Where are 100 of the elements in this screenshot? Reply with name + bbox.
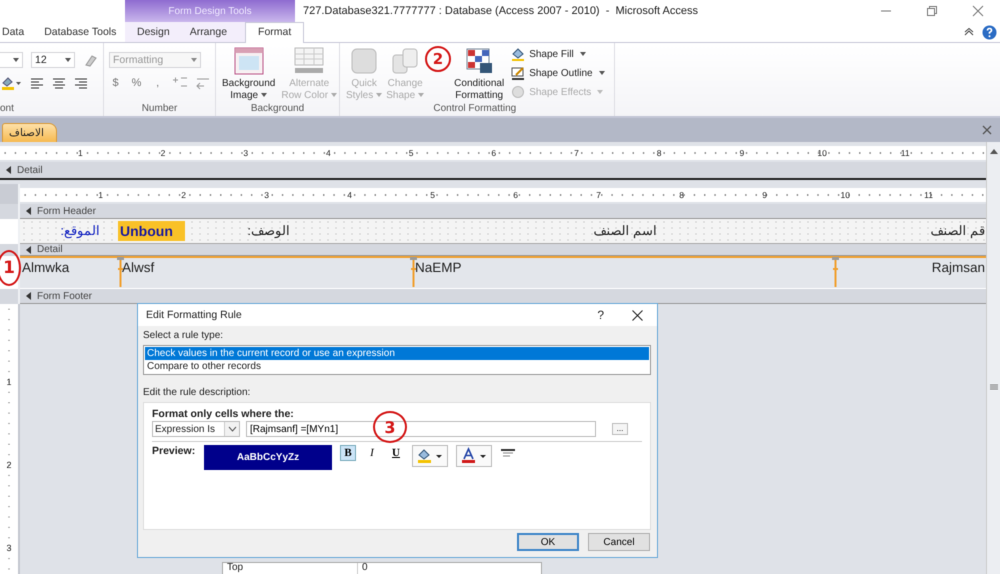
align-center-icon[interactable] [52, 77, 66, 89]
form-label[interactable]: الموقع: [37, 221, 100, 241]
section-bar[interactable]: Detail [20, 244, 986, 256]
ruler-number: 5 [429, 189, 435, 202]
ribbon-tab[interactable]: Database Tools [42, 22, 118, 42]
group-label: ont [0, 103, 15, 116]
ribbon-button[interactable]: Shape Fill [511, 47, 605, 61]
font-size-dropdown[interactable]: 12 [31, 52, 75, 68]
ribbon-tab[interactable]: Format [245, 22, 304, 43]
ruler-number: 8 [656, 147, 662, 160]
ruler-number: 10 [816, 147, 827, 160]
ribbon-button[interactable]: Shape Outline [511, 66, 605, 80]
ruler-number: 11 [923, 189, 933, 202]
form-label[interactable]: اسم الصنف [590, 221, 657, 241]
resize-marker-icon[interactable] [117, 257, 124, 287]
section-label: Edit the rule description: [143, 387, 252, 398]
collapse-ribbon-icon[interactable] [964, 28, 974, 36]
caret-icon [228, 426, 236, 432]
number-format-button[interactable]: % [130, 77, 144, 89]
restore-icon[interactable] [926, 5, 938, 17]
ribbon-tab[interactable]: Design [135, 22, 172, 42]
caret-icon [64, 58, 71, 62]
ruler-number: 4 [325, 147, 331, 160]
text-box-field[interactable]: NaEMP [413, 258, 835, 288]
ribbon-button[interactable]: Conditional Formatting [453, 47, 506, 103]
format-toggle-button[interactable]: B [340, 445, 356, 461]
section-bar[interactable]: Form Header [20, 204, 986, 219]
ruler-number: 1 [5, 376, 12, 387]
picture-frame-icon [234, 47, 264, 75]
font-color-button[interactable] [456, 445, 492, 467]
resize-marker-icon[interactable] [832, 257, 839, 287]
ruler-number: 3 [263, 189, 269, 202]
ok-button[interactable]: OK [517, 533, 579, 551]
fill-color-icon[interactable] [0, 76, 22, 90]
contextual-tab-header: Form Design Tools [125, 0, 295, 22]
align-right-icon[interactable] [74, 77, 88, 89]
text-box-field[interactable]: Almwka [20, 258, 120, 288]
ribbon-button[interactable]: Background Image [221, 47, 276, 103]
ruler-number: 9 [738, 147, 744, 160]
help-button[interactable]: ? [597, 308, 604, 322]
scrollbar[interactable] [986, 142, 1000, 574]
shapes-icon [391, 47, 420, 75]
section-bar[interactable]: Form Footer [20, 289, 986, 304]
dialog-title: Edit Formatting Rule [146, 309, 242, 321]
ribbon-tab[interactable]: Arrange [188, 22, 230, 42]
format-toggle-button[interactable]: U [388, 445, 404, 461]
list-item[interactable]: Compare to other records [145, 360, 649, 373]
rule-type-list[interactable]: Check values in the current record or use an expression Compare to other records [143, 345, 651, 375]
document-tab[interactable]: الاصناف [2, 123, 57, 142]
section-label: Select a rule type: [143, 330, 224, 341]
caret-icon [418, 93, 424, 98]
format-toggle-button[interactable]: I [364, 445, 380, 461]
caret-icon [376, 93, 382, 98]
format-painter-icon[interactable] [82, 53, 98, 67]
property-value: 0 [361, 563, 368, 574]
ruler-number: 2 [180, 189, 186, 202]
window-title: 727.Database321.7777777 : Database (Access 2007 - 2010) - Microsoft Access [303, 4, 698, 19]
number-format-button[interactable]: $ [109, 77, 122, 89]
annotation-number: 1 [0, 250, 21, 286]
ruler-number: 6 [490, 147, 496, 160]
annotation-number: 3 [373, 411, 407, 443]
help-icon[interactable] [982, 24, 997, 40]
caret-icon [580, 52, 586, 56]
form-label[interactable]: Unboun [118, 221, 185, 241]
caret-icon [13, 58, 20, 62]
paint-bucket-icon [511, 47, 526, 61]
condition-dropdown[interactable]: Expression Is [152, 421, 240, 437]
align-left-icon[interactable] [30, 77, 44, 89]
caret-icon [597, 90, 604, 94]
caret-icon [191, 58, 197, 62]
close-icon[interactable] [632, 310, 643, 320]
ribbon-tab[interactable]: Data [0, 22, 26, 42]
scroll-up-icon[interactable] [990, 148, 998, 154]
condition-label: Format only cells where the: [152, 408, 295, 420]
group-label: Control Formatting [432, 103, 518, 116]
text-box-field[interactable]: Alwsf [120, 258, 413, 288]
ruler-number: 8 [678, 189, 684, 202]
text-box-field[interactable]: Rajmsan [835, 258, 985, 288]
data-bar-icon[interactable] [500, 448, 516, 458]
grip-icon[interactable] [990, 384, 998, 390]
builder-button[interactable]: ... [612, 423, 628, 435]
decrease-decimals-icon[interactable] [195, 76, 210, 90]
section-selector[interactable] [0, 244, 20, 256]
cancel-button[interactable]: Cancel [588, 533, 650, 551]
ruler-number: 2 [5, 459, 12, 470]
font-name-dropdown[interactable] [0, 52, 24, 68]
ruler-number: 11 [900, 147, 910, 160]
resize-marker-icon[interactable] [410, 257, 417, 287]
fill-color-button[interactable] [412, 445, 448, 467]
ruler-number: 9 [761, 189, 767, 202]
group-label: Background [250, 103, 306, 116]
number-format-button[interactable]: , [151, 77, 164, 89]
styles-icon [350, 47, 378, 75]
section-bar[interactable]: Detail [0, 162, 986, 180]
ruler-number: 1 [76, 147, 83, 160]
property-name: Top [223, 563, 358, 574]
form-label[interactable]: قم الصنف [928, 221, 985, 241]
caret-icon [261, 93, 268, 98]
list-item[interactable]: Check values in the current record or use an expression [145, 347, 649, 360]
form-label[interactable]: الوصف: [240, 221, 290, 241]
